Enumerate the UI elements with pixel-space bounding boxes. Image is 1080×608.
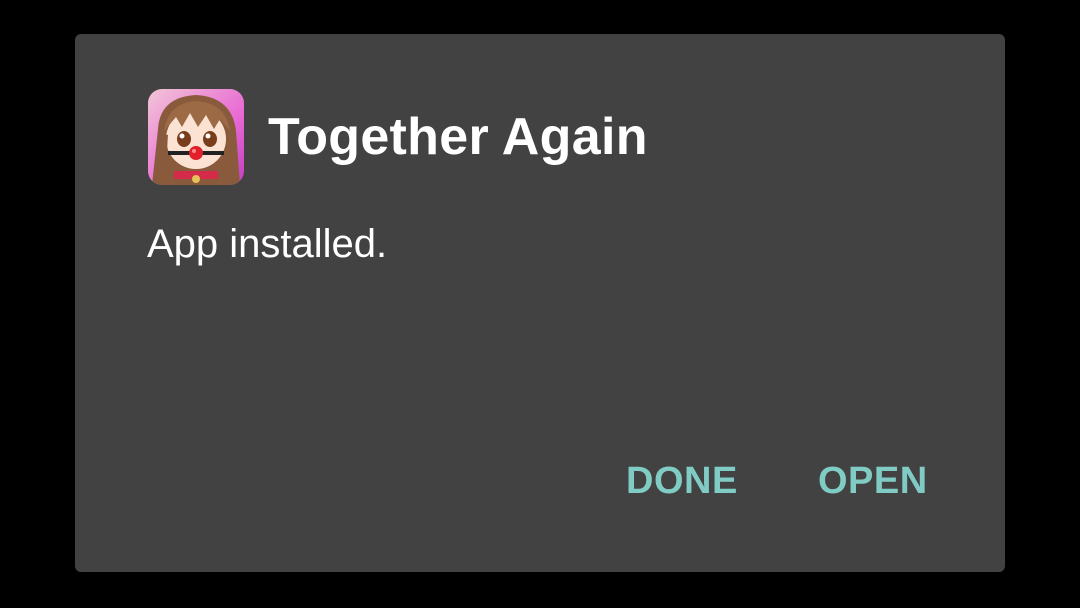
install-dialog: Together Again App installed. DONE OPEN bbox=[75, 34, 1005, 572]
open-button[interactable]: OPEN bbox=[818, 454, 928, 508]
install-status-message: App installed. bbox=[147, 222, 388, 266]
app-icon bbox=[148, 89, 244, 185]
done-button[interactable]: DONE bbox=[626, 454, 738, 508]
app-title: Together Again bbox=[268, 108, 648, 166]
